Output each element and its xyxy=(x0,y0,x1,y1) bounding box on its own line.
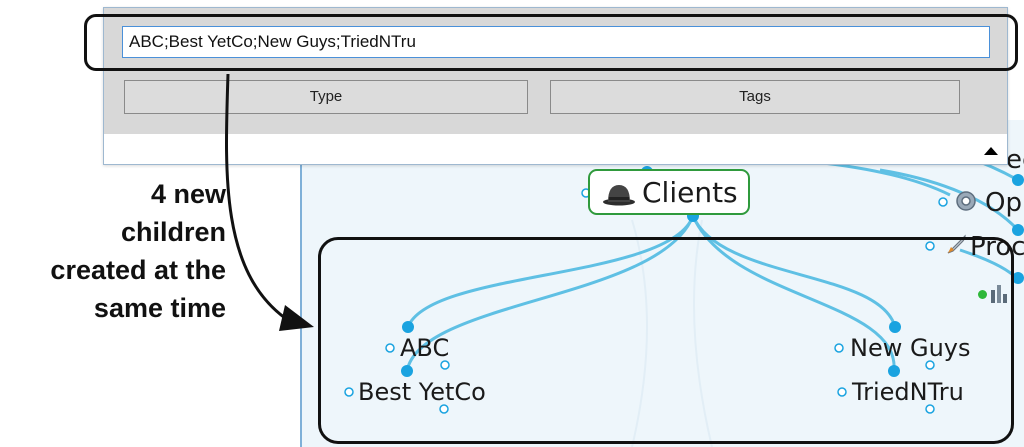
clients-label: Clients xyxy=(642,176,738,209)
annotation-line: created at the xyxy=(50,255,226,285)
annotation-line: 4 new xyxy=(150,179,226,209)
tags-button[interactable]: Tags xyxy=(550,80,960,114)
partial-node-label[interactable]: Op xyxy=(985,188,1022,218)
gear-icon xyxy=(956,191,976,211)
partial-node-label[interactable]: ee xyxy=(1006,145,1024,175)
input-highlight-box xyxy=(84,14,1018,71)
children-highlight-box xyxy=(318,237,1014,444)
clients-node[interactable]: Clients xyxy=(588,169,750,215)
annotation-line: children xyxy=(120,217,226,247)
annotation-text: 4 new children created at the same time xyxy=(4,175,226,327)
type-button[interactable]: Type xyxy=(124,80,528,114)
hat-icon xyxy=(603,185,635,206)
annotation-line: same time xyxy=(93,293,226,323)
collapse-arrow-icon[interactable] xyxy=(984,147,998,155)
